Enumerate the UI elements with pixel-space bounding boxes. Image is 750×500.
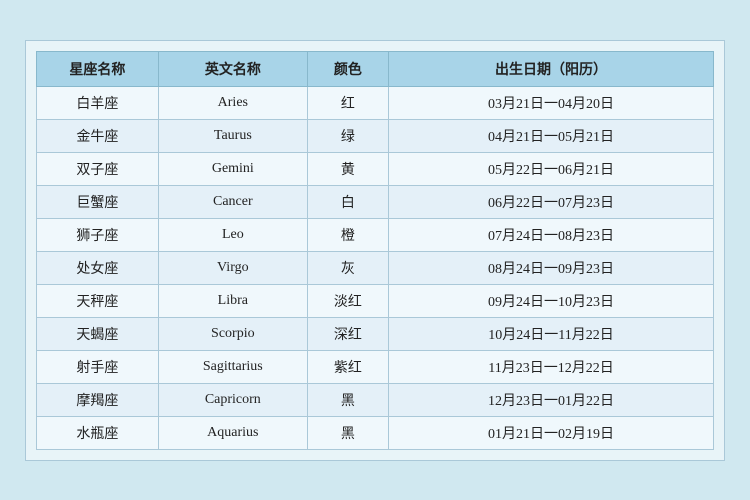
cell-en: Capricorn	[158, 383, 307, 416]
cell-date: 05月22日一06月21日	[389, 152, 714, 185]
cell-color: 黄	[307, 152, 388, 185]
zodiac-table: 星座名称 英文名称 颜色 出生日期（阳历） 白羊座Aries红03月21日一04…	[36, 51, 714, 450]
table-row: 双子座Gemini黄05月22日一06月21日	[37, 152, 714, 185]
cell-zh: 射手座	[37, 350, 159, 383]
cell-color: 红	[307, 86, 388, 119]
cell-zh: 双子座	[37, 152, 159, 185]
table-row: 水瓶座Aquarius黑01月21日一02月19日	[37, 416, 714, 449]
table-row: 白羊座Aries红03月21日一04月20日	[37, 86, 714, 119]
table-row: 处女座Virgo灰08月24日一09月23日	[37, 251, 714, 284]
cell-date: 12月23日一01月22日	[389, 383, 714, 416]
cell-date: 06月22日一07月23日	[389, 185, 714, 218]
table-row: 巨蟹座Cancer白06月22日一07月23日	[37, 185, 714, 218]
cell-color: 白	[307, 185, 388, 218]
table-header-row: 星座名称 英文名称 颜色 出生日期（阳历）	[37, 51, 714, 86]
cell-date: 01月21日一02月19日	[389, 416, 714, 449]
cell-en: Taurus	[158, 119, 307, 152]
cell-zh: 水瓶座	[37, 416, 159, 449]
cell-date: 07月24日一08月23日	[389, 218, 714, 251]
cell-color: 深红	[307, 317, 388, 350]
cell-color: 橙	[307, 218, 388, 251]
cell-zh: 天秤座	[37, 284, 159, 317]
cell-zh: 天蝎座	[37, 317, 159, 350]
table-row: 摩羯座Capricorn黑12月23日一01月22日	[37, 383, 714, 416]
cell-color: 紫红	[307, 350, 388, 383]
cell-en: Leo	[158, 218, 307, 251]
cell-zh: 白羊座	[37, 86, 159, 119]
cell-en: Virgo	[158, 251, 307, 284]
cell-date: 03月21日一04月20日	[389, 86, 714, 119]
cell-color: 绿	[307, 119, 388, 152]
cell-en: Aries	[158, 86, 307, 119]
cell-date: 04月21日一05月21日	[389, 119, 714, 152]
cell-zh: 金牛座	[37, 119, 159, 152]
table-row: 天蝎座Scorpio深红10月24日一11月22日	[37, 317, 714, 350]
cell-date: 10月24日一11月22日	[389, 317, 714, 350]
cell-zh: 巨蟹座	[37, 185, 159, 218]
table-row: 狮子座Leo橙07月24日一08月23日	[37, 218, 714, 251]
cell-zh: 摩羯座	[37, 383, 159, 416]
table-row: 金牛座Taurus绿04月21日一05月21日	[37, 119, 714, 152]
cell-date: 09月24日一10月23日	[389, 284, 714, 317]
header-en: 英文名称	[158, 51, 307, 86]
cell-date: 11月23日一12月22日	[389, 350, 714, 383]
cell-color: 黑	[307, 416, 388, 449]
cell-en: Scorpio	[158, 317, 307, 350]
header-color: 颜色	[307, 51, 388, 86]
table-row: 射手座Sagittarius紫红11月23日一12月22日	[37, 350, 714, 383]
header-date: 出生日期（阳历）	[389, 51, 714, 86]
cell-color: 黑	[307, 383, 388, 416]
cell-date: 08月24日一09月23日	[389, 251, 714, 284]
zodiac-table-container: 星座名称 英文名称 颜色 出生日期（阳历） 白羊座Aries红03月21日一04…	[25, 40, 725, 461]
cell-zh: 处女座	[37, 251, 159, 284]
cell-en: Libra	[158, 284, 307, 317]
cell-en: Gemini	[158, 152, 307, 185]
table-row: 天秤座Libra淡红09月24日一10月23日	[37, 284, 714, 317]
cell-en: Aquarius	[158, 416, 307, 449]
cell-color: 灰	[307, 251, 388, 284]
cell-en: Cancer	[158, 185, 307, 218]
cell-zh: 狮子座	[37, 218, 159, 251]
cell-en: Sagittarius	[158, 350, 307, 383]
cell-color: 淡红	[307, 284, 388, 317]
header-zh: 星座名称	[37, 51, 159, 86]
